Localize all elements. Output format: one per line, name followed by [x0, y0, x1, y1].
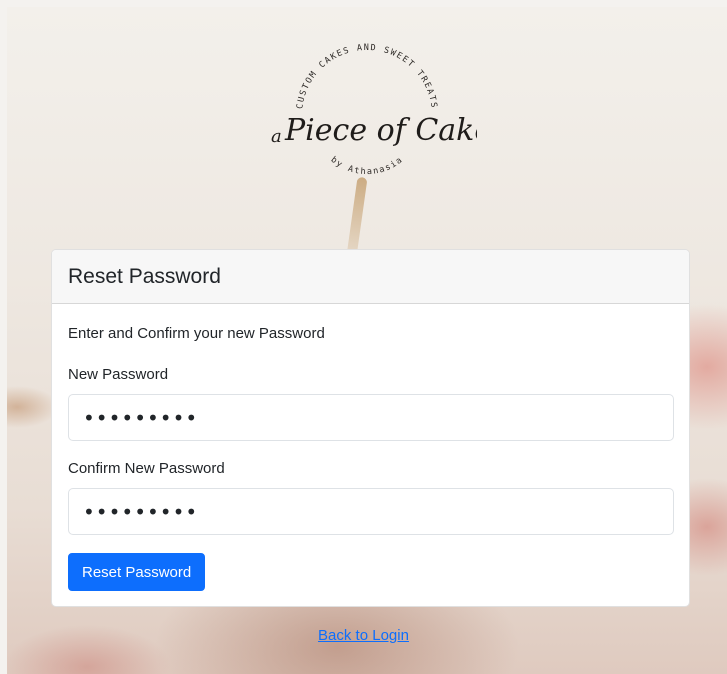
brand-logo: CUSTOM CAKES AND SWEET TREATS a Piece of… [257, 30, 492, 200]
card-header: Reset Password [52, 250, 689, 304]
brand-byline: by Athanasia [329, 155, 406, 177]
confirm-password-field[interactable] [68, 488, 674, 535]
new-password-field[interactable] [68, 394, 674, 441]
brand-arc-text: CUSTOM CAKES AND SWEET TREATS [295, 43, 439, 110]
brand-name-prefix: a [271, 126, 282, 147]
back-to-login-link[interactable]: Back to Login [0, 627, 727, 644]
reset-password-button[interactable]: Reset Password [68, 553, 206, 591]
brand-logo-graphic: CUSTOM CAKES AND SWEET TREATS a Piece of… [271, 43, 492, 177]
reset-password-card: Reset Password Enter and Confirm your ne… [51, 249, 690, 607]
card-body: Enter and Confirm your new Password New … [52, 304, 689, 606]
new-password-label: New Password [68, 366, 169, 383]
instructions-text: Enter and Confirm your new Password [68, 325, 325, 342]
confirm-password-label: Confirm New Password [68, 460, 225, 477]
brand-name: Piece of Cake [284, 113, 477, 148]
card-title: Reset Password [68, 264, 221, 288]
